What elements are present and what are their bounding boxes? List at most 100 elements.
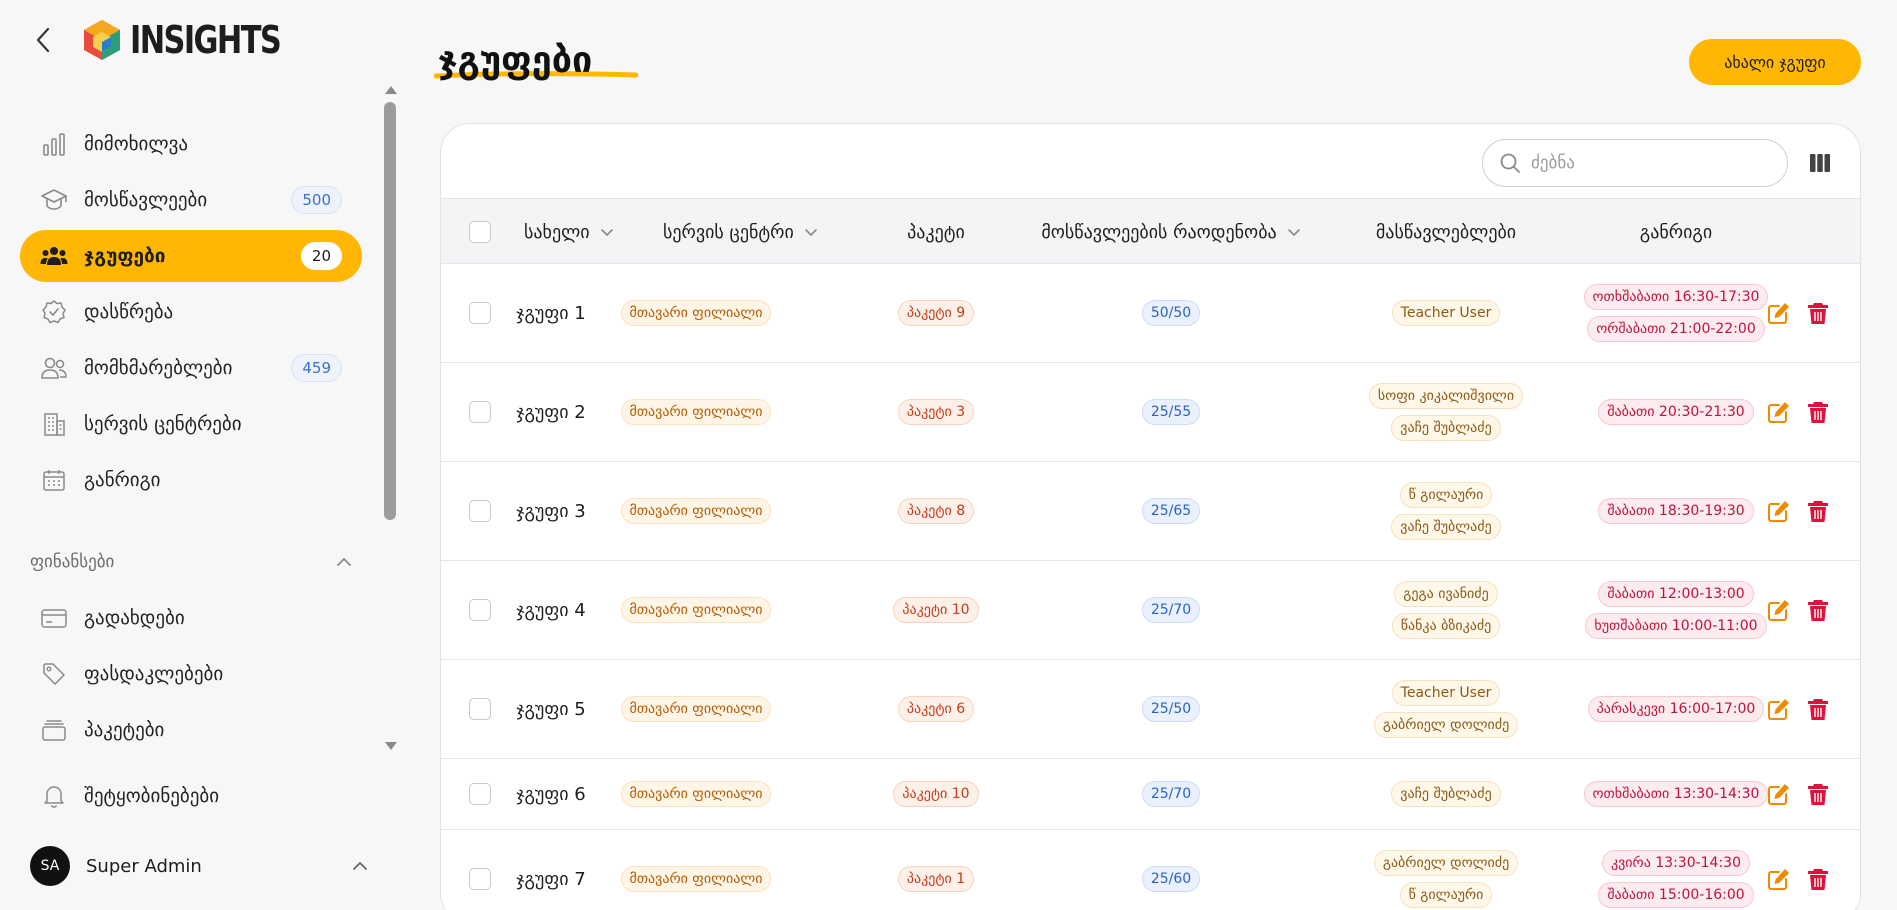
column-header-service-center[interactable]: სერვის ცენტრი (663, 199, 818, 265)
nav-item-schedule[interactable]: განრიგი (20, 454, 362, 506)
column-header-student-count[interactable]: მოსწავლეების რაოდენობა (1001, 199, 1341, 265)
delete-icon[interactable] (1805, 300, 1831, 326)
scroll-up-arrow-icon[interactable] (385, 86, 397, 94)
delete-icon[interactable] (1805, 696, 1831, 722)
chevron-down-icon (1287, 228, 1300, 236)
users-icon (40, 354, 68, 382)
chevron-down-icon (600, 228, 613, 236)
finance-section-toggle[interactable]: ფინანსები (30, 552, 352, 572)
edit-icon[interactable] (1766, 696, 1792, 722)
group-name: ჯგუფი 1 (516, 302, 586, 324)
column-label: განრიგი (1639, 221, 1713, 243)
group-icon (40, 242, 68, 270)
edit-icon[interactable] (1766, 399, 1792, 425)
sidebar: INSIGHTS მიმოხილვა მოსწავლეები 500 ჯგუფე… (0, 0, 400, 910)
schedule-pill: ოთხშაბათი 16:30-17:30 (1583, 284, 1769, 310)
edit-icon[interactable] (1766, 498, 1792, 524)
package-pill: პაკეტი 10 (893, 781, 979, 807)
table-row: ჯგუფი 7 მთავარი ფილიალი პაკეტი 1 25/60 გ… (441, 830, 1860, 910)
edit-icon[interactable] (1766, 597, 1792, 623)
students-count-badge: 500 (291, 186, 342, 214)
edit-icon[interactable] (1766, 781, 1792, 807)
table-row: ჯგუფი 4 მთავარი ფილიალი პაკეტი 10 25/70 … (441, 561, 1860, 660)
package-pill: პაკეტი 3 (897, 399, 975, 425)
nav-item-attendance[interactable]: დასწრება (20, 286, 362, 338)
delete-icon[interactable] (1805, 399, 1831, 425)
columns-toggle-icon[interactable] (1807, 150, 1833, 176)
schedule-pill: შაბათი 18:30-19:30 (1598, 498, 1754, 524)
search-box (1482, 139, 1788, 187)
nav-item-students[interactable]: მოსწავლეები 500 (20, 174, 362, 226)
table-row: ჯგუფი 2 მთავარი ფილიალი პაკეტი 3 25/55 ს… (441, 363, 1860, 462)
schedule-pill: ორშაბათი 21:00-22:00 (1587, 316, 1765, 342)
group-name: ჯგუფი 2 (516, 401, 586, 423)
schedule-pill: ოთხშაბათი 13:30-14:30 (1583, 781, 1769, 807)
nav-item-discounts[interactable]: ფასდაკლებები (20, 648, 362, 700)
teacher-pill: წანკა ბზიკაძე (1391, 613, 1501, 639)
delete-icon[interactable] (1805, 866, 1831, 892)
service-center-pill: მთავარი ფილიალი (620, 866, 772, 892)
column-header-name[interactable]: სახელი (524, 199, 614, 265)
user-menu[interactable]: SA Super Admin (30, 846, 368, 886)
notifications-nav: შეტყობინებები (20, 770, 362, 826)
table-row: ჯგუფი 6 მთავარი ფილიალი პაკეტი 10 25/70 … (441, 759, 1860, 830)
teacher-pill: გაბრიელ დოლიძე (1373, 712, 1519, 738)
nav-label: დასწრება (84, 301, 174, 323)
chevron-up-icon (353, 862, 367, 870)
delete-icon[interactable] (1805, 781, 1831, 807)
schedule-pill: შაბათი 12:00-13:00 (1598, 581, 1754, 607)
teacher-pill: წ გილაური (1399, 882, 1493, 908)
schedule-pill: შაბათი 15:00-16:00 (1598, 882, 1754, 908)
nav-item-notifications[interactable]: შეტყობინებები (20, 770, 362, 822)
column-label: პაკეტი (907, 221, 965, 243)
delete-icon[interactable] (1805, 498, 1831, 524)
teacher-pill: ვაჩე შუბლაძე (1391, 781, 1501, 807)
credit-card-icon (40, 604, 68, 632)
nav-label: სერვის ცენტრები (84, 413, 242, 435)
group-name: ჯგუფი 4 (516, 599, 586, 621)
service-center-pill: მთავარი ფილიალი (620, 300, 772, 326)
edit-icon[interactable] (1766, 300, 1792, 326)
nav-item-overview[interactable]: მიმოხილვა (20, 118, 362, 170)
teacher-pill: გეგა ივანიძე (1394, 581, 1498, 607)
teacher-pill: Teacher User (1391, 300, 1501, 326)
student-count-pill: 50/50 (1141, 300, 1201, 326)
delete-icon[interactable] (1805, 597, 1831, 623)
finance-nav: გადახდები ფასდაკლებები პაკეტები (20, 592, 362, 760)
brand-name: INSIGHTS (130, 18, 282, 62)
nav-item-users[interactable]: მომხმარებლები 459 (20, 342, 362, 394)
page-title: ჯგუფები (438, 40, 593, 81)
search-input[interactable] (1531, 153, 1771, 173)
nav-item-service-centers[interactable]: სერვის ცენტრები (20, 398, 362, 450)
bar-chart-icon (40, 130, 68, 158)
service-center-pill: მთავარი ფილიალი (620, 696, 772, 722)
student-count-pill: 25/55 (1141, 399, 1201, 425)
schedule-pill: შაბათი 20:30-21:30 (1598, 399, 1754, 425)
scroll-down-arrow-icon[interactable] (385, 742, 397, 750)
teacher-pill: Teacher User (1391, 680, 1501, 706)
student-count-pill: 25/70 (1141, 597, 1201, 623)
nav-item-payments[interactable]: გადახდები (20, 592, 362, 644)
bell-icon (40, 782, 68, 810)
tag-icon (40, 660, 68, 688)
back-button[interactable] (28, 25, 58, 55)
table-header: სახელი სერვის ცენტრი პაკეტი მოსწავლეების… (441, 198, 1860, 265)
column-header-teachers: მასწავლებლები (1321, 199, 1571, 265)
student-count-pill: 25/50 (1141, 696, 1201, 722)
nav-label: ფასდაკლებები (84, 663, 224, 685)
finance-section-label: ფინანსები (30, 552, 115, 572)
package-pill: პაკეტი 6 (897, 696, 975, 722)
new-group-button[interactable]: ახალი ჯგუფი (1689, 39, 1861, 85)
nav-item-groups[interactable]: ჯგუფები 20 (20, 230, 362, 282)
column-header-schedule: განრიგი (1551, 199, 1801, 265)
group-name: ჯგუფი 3 (516, 500, 586, 522)
student-count-pill: 25/70 (1141, 781, 1201, 807)
column-label: სერვის ცენტრი (663, 221, 794, 243)
schedule-pill: კვირა 13:30-14:30 (1601, 850, 1750, 876)
table-row: ჯგუფი 1 მთავარი ფილიალი პაკეტი 9 50/50 T… (441, 264, 1860, 363)
sidebar-scroll-thumb[interactable] (384, 102, 396, 520)
edit-icon[interactable] (1766, 866, 1792, 892)
select-all-checkbox[interactable] (469, 221, 491, 243)
teacher-pill: ვაჩე შუბლაძე (1391, 415, 1501, 441)
nav-item-packages[interactable]: პაკეტები (20, 704, 362, 756)
